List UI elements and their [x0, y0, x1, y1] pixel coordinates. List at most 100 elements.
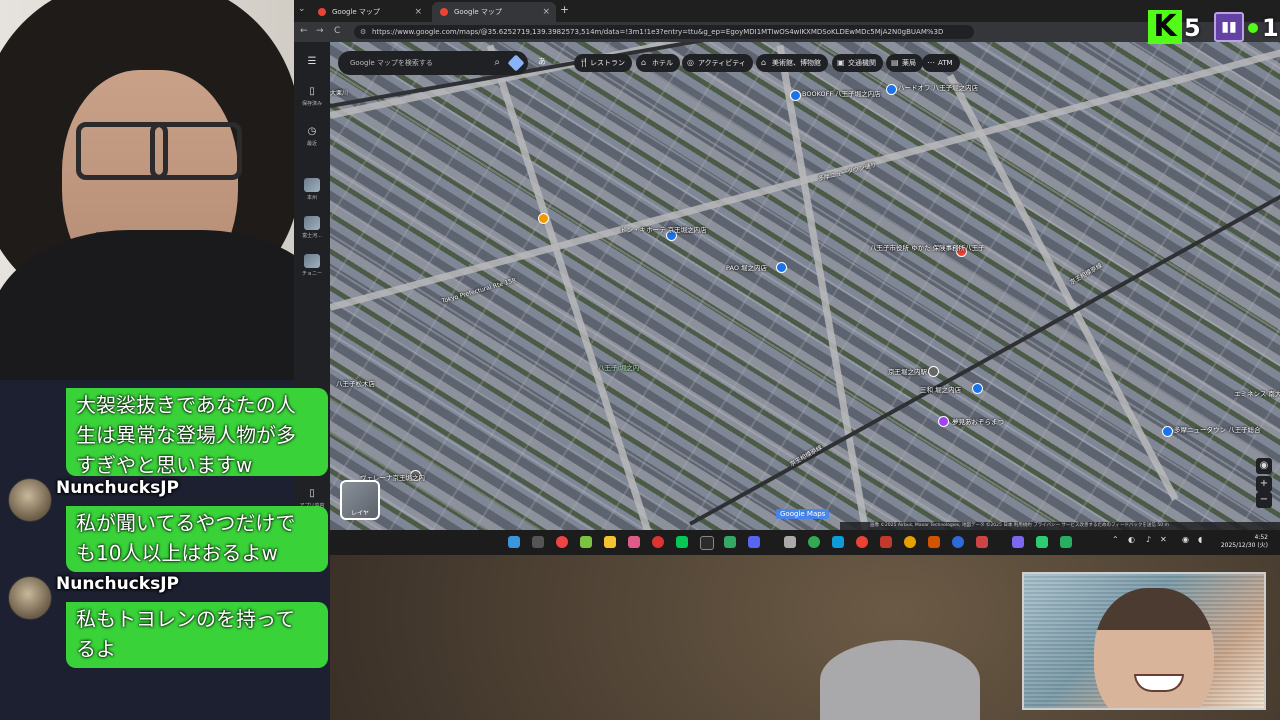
rail-recent[interactable]: ◷ 最近: [294, 126, 330, 147]
mic-icon[interactable]: ♪: [1146, 535, 1151, 544]
volume-icon[interactable]: ◖: [1198, 535, 1202, 544]
search-placeholder: Google マップを検索する: [350, 59, 433, 67]
tab-list-icon[interactable]: ⌄: [298, 4, 306, 14]
directions-icon[interactable]: [507, 54, 525, 72]
place-label[interactable]: BOOKOFF 八王子堀之内店: [802, 88, 881, 98]
hamburger-menu-icon: ☰: [307, 56, 317, 67]
map-pin-icon[interactable]: [538, 213, 549, 224]
place-label[interactable]: PAO 堀之内店: [726, 262, 767, 272]
app-icon[interactable]: [700, 536, 714, 550]
rail-saved[interactable]: ▯ 保存済み: [294, 86, 330, 107]
chip-label: レストラン: [590, 59, 625, 67]
station-icon[interactable]: [928, 366, 939, 377]
shared-screen: ⌄ Google マップ × Google マップ × + ← → C ⚙ ht…: [294, 0, 1280, 555]
app-icon[interactable]: [556, 536, 568, 548]
app-icon[interactable]: [880, 536, 892, 548]
app-icon[interactable]: [976, 536, 988, 548]
chip-restaurants[interactable]: 🍴 レストラン: [574, 54, 632, 72]
satellite-map[interactable]: 大栗川 多摩ニュータウン通り Tokyo Prefectural Rte 158…: [330, 42, 1280, 530]
app-icon[interactable]: [952, 536, 964, 548]
tray-chevron-icon[interactable]: ⌃: [1112, 535, 1119, 544]
line-icon[interactable]: [676, 536, 688, 548]
rail-recent-place-2[interactable]: 富士河...: [294, 216, 330, 239]
app-icon[interactable]: [1060, 536, 1072, 548]
place-thumbnail: [304, 254, 320, 268]
map-pin-icon[interactable]: [790, 90, 801, 101]
app-icon[interactable]: [784, 536, 796, 548]
chip-hotels[interactable]: ⌂ ホテル: [636, 54, 680, 72]
layers-button[interactable]: レイヤ: [340, 480, 380, 520]
start-icon[interactable]: [508, 536, 520, 548]
map-search-box[interactable]: Google マップを検索する ⌕: [338, 51, 528, 75]
forward-button[interactable]: →: [316, 26, 324, 36]
chat-line: 私もトヨレンのを持って: [76, 607, 295, 631]
rail-label: 富士河...: [302, 233, 322, 239]
map-road: [486, 44, 655, 530]
place-label[interactable]: 多摩ニュータウン 八王子総合: [1174, 424, 1261, 434]
tray-icon[interactable]: ◐: [1128, 535, 1135, 544]
app-icon[interactable]: [1012, 536, 1024, 548]
chip-pharmacy[interactable]: ▤ 薬局: [886, 54, 923, 72]
app-icon[interactable]: [580, 536, 592, 548]
place-label[interactable]: 夢見あおぞらまつ: [952, 416, 1004, 426]
zoom-out-button[interactable]: −: [1256, 492, 1272, 508]
app-icon[interactable]: [928, 536, 940, 548]
place-label[interactable]: 三和 堀之内店: [920, 384, 961, 394]
map-pin-icon[interactable]: [776, 262, 787, 273]
app-icon[interactable]: [1036, 536, 1048, 548]
place-label[interactable]: ドン・キホーテ 京王堀之内店: [620, 224, 707, 234]
rail-recent-place-1[interactable]: 本州: [294, 178, 330, 201]
place-label[interactable]: 京王堀之内駅: [888, 366, 927, 376]
back-button[interactable]: ←: [300, 26, 308, 36]
browser-tab-1[interactable]: Google マップ ×: [310, 2, 428, 22]
search-icon[interactable]: [532, 536, 544, 548]
browser-tab-2-active[interactable]: Google マップ ×: [432, 2, 556, 22]
app-icon[interactable]: [628, 536, 640, 548]
place-label[interactable]: 八王子 堀之内: [598, 362, 639, 372]
chip-transit[interactable]: ▣ 交通機関: [832, 54, 883, 72]
chip-atm[interactable]: ⋯ ATM: [922, 54, 960, 72]
place-label[interactable]: ハードオフ 八王子堀之内店: [898, 82, 978, 92]
tab-close-icon[interactable]: ×: [542, 2, 550, 22]
rail-label: 最近: [306, 141, 317, 147]
map-pin-icon[interactable]: [938, 416, 949, 427]
twitch-viewer-count: 1: [1262, 14, 1279, 42]
map-pin-icon[interactable]: [886, 84, 897, 95]
my-location-icon[interactable]: ◉: [1256, 458, 1272, 474]
url-field[interactable]: ⚙ https://www.google.com/maps/@35.625271…: [354, 25, 974, 39]
search-icon[interactable]: ⌕: [494, 51, 500, 75]
new-tab-button[interactable]: +: [560, 3, 569, 16]
url-text: https://www.google.com/maps/@35.6252719,…: [372, 28, 944, 36]
reload-button[interactable]: C: [334, 26, 340, 36]
chip-activities[interactable]: ◎ アクティビティ: [682, 54, 753, 72]
chair: [820, 640, 980, 720]
edge-icon[interactable]: [832, 536, 844, 548]
app-icon[interactable]: [808, 536, 820, 548]
close-icon[interactable]: ✕: [1160, 535, 1167, 544]
folder-icon[interactable]: [604, 536, 616, 548]
taskbar-clock[interactable]: 4:52 2025/12/30 (火): [1221, 534, 1268, 550]
chip-museums[interactable]: ⌂ 美術館、博物館: [756, 54, 828, 72]
road-label: 京王相模原線: [788, 444, 824, 469]
road-label: 多摩ニュータウン通り: [817, 161, 878, 183]
place-label[interactable]: エミネンス 南大沢: [1234, 388, 1280, 398]
guest-webcam: [1022, 572, 1266, 710]
app-icon[interactable]: [724, 536, 736, 548]
network-icon[interactable]: ◉: [1182, 535, 1189, 544]
avatar: [8, 478, 52, 522]
chrome-icon[interactable]: [856, 536, 868, 548]
rail-recent-place-3[interactable]: チョニー: [294, 254, 330, 277]
tab-close-icon[interactable]: ×: [414, 2, 422, 22]
place-label[interactable]: 八王子松木店: [336, 378, 375, 388]
tab-title: Google マップ: [454, 8, 502, 16]
place-thumbnail: [304, 216, 320, 230]
record-icon[interactable]: [652, 536, 664, 548]
discord-icon[interactable]: [748, 536, 760, 548]
place-label[interactable]: 八王子市役所 ゆかた 保険事務所八王子: [870, 242, 985, 252]
zoom-in-button[interactable]: +: [1256, 476, 1272, 492]
menu-button[interactable]: ☰: [294, 56, 330, 70]
map-pin-icon[interactable]: [1162, 426, 1173, 437]
site-info-icon[interactable]: ⚙: [360, 25, 366, 39]
app-icon[interactable]: [904, 536, 916, 548]
map-pin-icon[interactable]: [972, 383, 983, 394]
